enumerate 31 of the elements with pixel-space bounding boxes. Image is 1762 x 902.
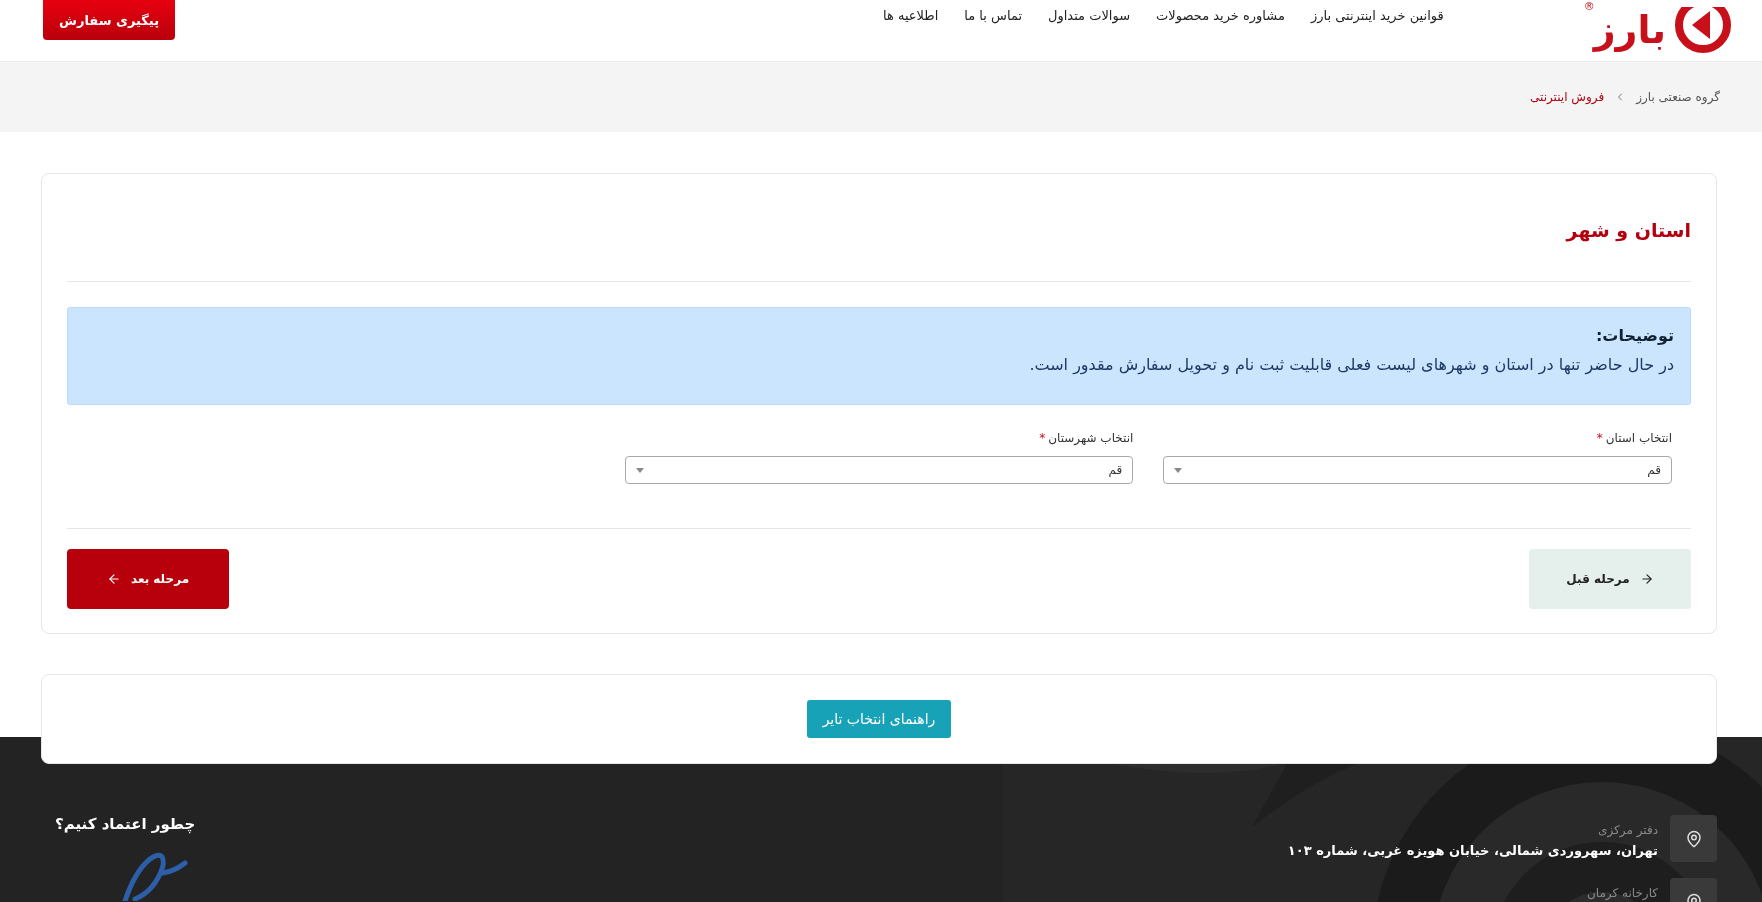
card-title: استان و شهر xyxy=(67,174,1691,282)
caret-icon xyxy=(1174,467,1183,473)
info-text: در حال حاضر تنها در استان و شهرهای لیست فعلی قابلیت ثبت نام و تحویل سفارش مقدور است. xyxy=(1028,355,1674,374)
field-label: انتخاب شهرستان xyxy=(1048,431,1134,445)
nav-link[interactable]: سوالات متداول xyxy=(1048,8,1131,23)
address-text: تهران، سهروردی شمالی، خیابان هویزه غربی، شماره ۱۰۳ xyxy=(1287,843,1658,858)
breadcrumb-link[interactable]: فروش اینترنتی xyxy=(1530,90,1605,104)
track-order-button[interactable]: پیگیری سفارش xyxy=(43,0,176,40)
previous-step-button[interactable]: مرحله قبل xyxy=(1529,549,1691,609)
select-field[interactable]: قم xyxy=(624,456,1134,484)
nav-link[interactable]: قوانین خرید اینترنتی بارز xyxy=(1310,8,1444,23)
breadcrumb-link[interactable]: گروه صنعتی بارز xyxy=(1636,90,1720,104)
logo-icon xyxy=(1674,6,1732,55)
nav-link[interactable]: اطلاعیه ها xyxy=(882,8,939,23)
required-mark: * xyxy=(1039,431,1046,445)
nav-link[interactable]: مشاوره خرید محصولات xyxy=(1156,8,1285,23)
arrow-icon xyxy=(1639,572,1654,586)
nav-link[interactable]: تماس با ما xyxy=(964,8,1023,23)
address-label: دفتر مرکزی xyxy=(1597,823,1658,837)
registered-mark: ® xyxy=(1583,0,1595,13)
select-field[interactable]: قم xyxy=(1163,456,1672,484)
caret-icon xyxy=(635,467,644,473)
arrow-icon xyxy=(106,572,121,586)
next-step-button[interactable]: مرحله بعد xyxy=(67,549,229,609)
field-label: انتخاب استان xyxy=(1605,431,1672,445)
address-label: کارخانه کرمان xyxy=(1586,886,1658,900)
required-mark: * xyxy=(1596,431,1603,445)
logo-text: بارز xyxy=(1593,7,1666,54)
location-pin-icon xyxy=(1670,815,1717,862)
info-title: توضیحات: xyxy=(1594,326,1674,345)
footer-heading: چطور اعتماد کنیم؟ xyxy=(55,815,196,833)
